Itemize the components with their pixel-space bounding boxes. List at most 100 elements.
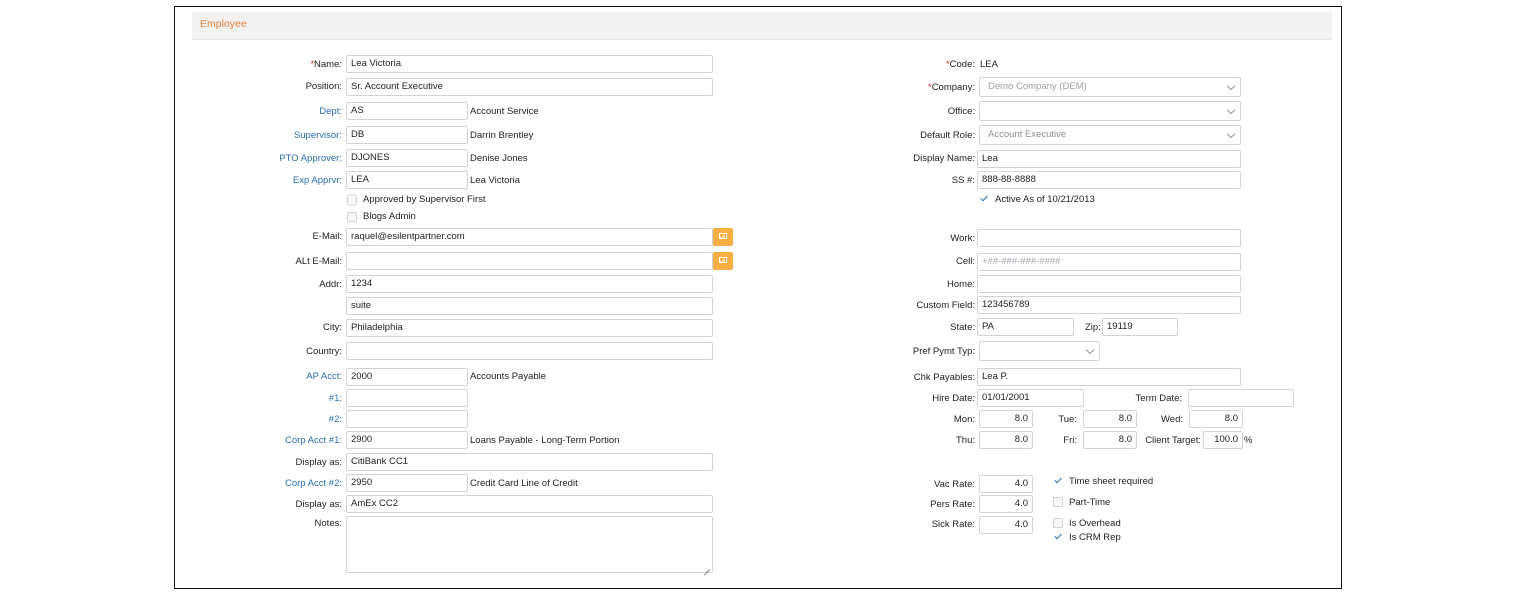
active-label: Active As of 10/21/2013 — [995, 194, 1095, 205]
pers-rate-input[interactable]: 4.0 — [979, 495, 1033, 513]
addr-label: Addr: — [319, 279, 342, 290]
supervisor-link[interactable]: Supervisor: — [294, 130, 342, 142]
home-input[interactable] — [977, 275, 1241, 293]
exp-approver-link[interactable]: Exp Apprvr: — [293, 175, 342, 187]
corp-acct2-description: Credit Card Line of Credit — [470, 478, 578, 489]
corp-acct1-description: Loans Payable - Long-Term Portion — [470, 435, 620, 446]
country-label: Country: — [306, 346, 342, 357]
is-crm-rep-checkbox[interactable] — [1053, 532, 1063, 542]
hire-date-input[interactable]: 01/01/2001 — [977, 389, 1084, 407]
notes-label: Notes: — [314, 518, 342, 529]
chk-payables-label: Chk Payables: — [913, 372, 975, 383]
corp-acct1-link[interactable]: Corp Acct #1: — [285, 435, 342, 447]
hire-date-label: Hire Date: — [932, 393, 975, 404]
part-time-checkbox[interactable] — [1053, 497, 1063, 507]
city-label: City: — [323, 322, 342, 333]
name-input[interactable]: Lea Victoria — [346, 55, 713, 73]
vac-rate-input[interactable]: 4.0 — [979, 475, 1033, 493]
wed-input[interactable]: 8.0 — [1189, 410, 1243, 428]
company-label: *Company: — [927, 82, 975, 93]
work-input[interactable] — [977, 229, 1241, 247]
approved-by-supervisor-label: Approved by Supervisor First — [363, 194, 486, 205]
city-input[interactable]: Philadelphia — [346, 319, 713, 337]
term-date-input[interactable] — [1188, 389, 1294, 407]
is-overhead-label: Is Overhead — [1069, 518, 1121, 529]
thu-input[interactable]: 8.0 — [979, 431, 1033, 449]
office-select[interactable] — [979, 101, 1241, 121]
position-label: Position: — [305, 81, 342, 92]
num1-input[interactable] — [346, 389, 468, 407]
alt-email-input[interactable] — [346, 252, 713, 270]
state-input[interactable]: PA — [977, 318, 1074, 336]
office-label: Office: — [947, 106, 975, 117]
mon-label: Mon: — [953, 414, 975, 425]
pers-rate-label: Pers Rate: — [930, 499, 975, 510]
dept-input[interactable]: AS — [346, 102, 468, 120]
ss-input[interactable]: 888-88-8888 — [977, 171, 1241, 189]
pto-approver-description: Denise Jones — [470, 153, 528, 164]
dept-link[interactable]: Dept: — [319, 106, 342, 118]
custom-field-input[interactable]: 123456789 — [977, 296, 1241, 314]
dept-description: Account Service — [470, 106, 539, 117]
is-overhead-checkbox[interactable] — [1053, 518, 1063, 528]
alt-email-verify-icon[interactable] — [713, 252, 733, 270]
client-target-input[interactable]: 100.0 — [1203, 431, 1243, 449]
state-label: State: — [950, 322, 975, 333]
alt-email-label: ALt E-Mail: — [295, 256, 342, 267]
custom-field-label: Custom Field: — [916, 300, 975, 311]
home-label: Home: — [947, 279, 975, 290]
tue-input[interactable]: 8.0 — [1083, 410, 1137, 428]
position-input[interactable]: Sr. Account Executive — [346, 78, 713, 96]
notes-textarea[interactable] — [346, 516, 713, 573]
ap-acct-input[interactable]: 2000 — [346, 368, 468, 386]
supervisor-input[interactable]: DB — [346, 126, 468, 144]
addr-line2-input[interactable]: suite — [346, 297, 713, 315]
time-sheet-required-label: Time sheet required — [1069, 476, 1154, 487]
fri-input[interactable]: 8.0 — [1083, 431, 1137, 449]
corp-acct2-input[interactable]: 2950 — [346, 474, 468, 492]
active-checkbox[interactable] — [979, 194, 989, 204]
supervisor-description: Darrin Brentley — [470, 130, 534, 141]
email-input[interactable]: raquel@esilentpartner.com — [346, 228, 713, 246]
display-as2-label: Display as: — [295, 499, 342, 510]
default-role-select[interactable]: Account Executive — [979, 125, 1241, 145]
company-select[interactable]: Demo Company (DEM) — [979, 77, 1241, 97]
num1-link[interactable]: #1: — [329, 393, 342, 405]
sick-rate-input[interactable]: 4.0 — [979, 516, 1033, 534]
pref-pymt-label: Pref Pymt Typ: — [912, 346, 975, 357]
mon-input[interactable]: 8.0 — [979, 410, 1033, 428]
ap-acct-description: Accounts Payable — [470, 371, 547, 382]
time-sheet-required-checkbox[interactable] — [1053, 476, 1063, 486]
num2-input[interactable] — [346, 410, 468, 428]
num2-link[interactable]: #2: — [329, 414, 342, 426]
addr-line1-input[interactable]: 1234 — [346, 275, 713, 293]
email-verify-icon[interactable] — [713, 228, 733, 246]
display-as2-input[interactable]: AmEx CC2 — [346, 495, 713, 513]
pto-approver-link[interactable]: PTO Approver: — [279, 153, 342, 165]
pto-approver-input[interactable]: DJONES — [346, 149, 468, 167]
wed-label: Wed: — [1160, 414, 1183, 425]
blogs-admin-checkbox[interactable] — [347, 212, 357, 222]
ap-acct-link[interactable]: AP Acct: — [306, 371, 342, 383]
chk-payables-input[interactable]: Lea P. — [977, 368, 1241, 386]
approved-by-supervisor-checkbox[interactable] — [347, 195, 357, 205]
fri-label: Fri: — [1063, 435, 1077, 446]
exp-approver-description: Lea Victoria — [470, 175, 520, 186]
notes-resize-handle[interactable] — [702, 562, 710, 570]
vac-rate-label: Vac Rate: — [933, 479, 975, 490]
corp-acct1-input[interactable]: 2900 — [346, 431, 468, 449]
zip-input[interactable]: 19119 — [1102, 318, 1178, 336]
display-name-label: Display Name: — [913, 153, 975, 164]
tue-label: Tue: — [1058, 414, 1077, 425]
display-as1-input[interactable]: CitiBank CC1 — [346, 453, 713, 471]
zip-label: Zip: — [1085, 322, 1101, 333]
corp-acct2-link[interactable]: Corp Acct #2: — [285, 478, 342, 490]
default-role-label: Default Role: — [920, 130, 975, 141]
client-target-label: Client Target: — [1145, 435, 1201, 446]
country-input[interactable] — [346, 342, 713, 360]
pref-pymt-select[interactable] — [979, 341, 1100, 361]
cell-input[interactable]: +##-###-###-#### — [977, 253, 1241, 271]
display-name-input[interactable]: Lea — [977, 150, 1241, 168]
section-title: Employee — [200, 18, 247, 30]
exp-approver-input[interactable]: LEA — [346, 171, 468, 189]
